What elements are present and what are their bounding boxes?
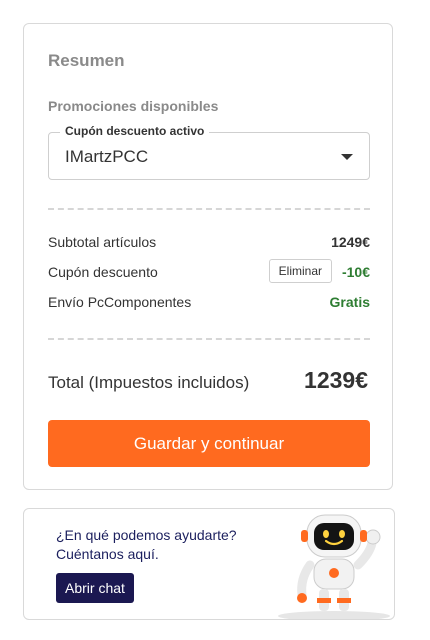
robot-mascot-icon bbox=[278, 514, 390, 619]
divider bbox=[48, 208, 370, 210]
summary-card: Resumen Promociones disponibles Cupón de… bbox=[23, 23, 393, 490]
coupon-label: Cupón descuento bbox=[48, 264, 158, 280]
open-chat-button[interactable]: Abrir chat bbox=[56, 573, 134, 603]
shipping-label: Envío PcComponentes bbox=[48, 294, 192, 310]
coupon-select[interactable]: Cupón descuento activo IMartzPCC bbox=[48, 124, 370, 180]
chevron-down-icon bbox=[341, 154, 353, 160]
divider bbox=[48, 338, 370, 340]
help-card: ¿En qué podemos ayudarte? Cuéntanos aquí… bbox=[23, 508, 395, 620]
coupon-select-legend: Cupón descuento activo bbox=[60, 124, 210, 138]
subtotal-row: Subtotal artículos 1249€ bbox=[48, 232, 370, 252]
promotions-label: Promociones disponibles bbox=[48, 98, 219, 114]
summary-title: Resumen bbox=[48, 51, 125, 70]
shipping-value: Gratis bbox=[329, 294, 370, 310]
total-value: 1239€ bbox=[304, 367, 368, 393]
subtotal-label: Subtotal artículos bbox=[48, 234, 157, 250]
help-question: ¿En qué podemos ayudarte? bbox=[56, 527, 237, 543]
help-subtitle: Cuéntanos aquí. bbox=[56, 546, 159, 562]
coupon-select-value: IMartzPCC bbox=[65, 147, 149, 166]
coupon-discount-value: -10€ bbox=[341, 264, 370, 280]
subtotal-value: 1249€ bbox=[331, 234, 370, 250]
coupon-row: Cupón descuento Eliminar -10€ bbox=[48, 259, 370, 283]
remove-coupon-button[interactable]: Eliminar bbox=[268, 259, 332, 283]
shipping-row: Envío PcComponentes Gratis bbox=[48, 292, 370, 312]
total-label: Total (Impuestos incluidos) bbox=[48, 373, 250, 392]
save-and-continue-button[interactable]: Guardar y continuar bbox=[48, 420, 370, 467]
